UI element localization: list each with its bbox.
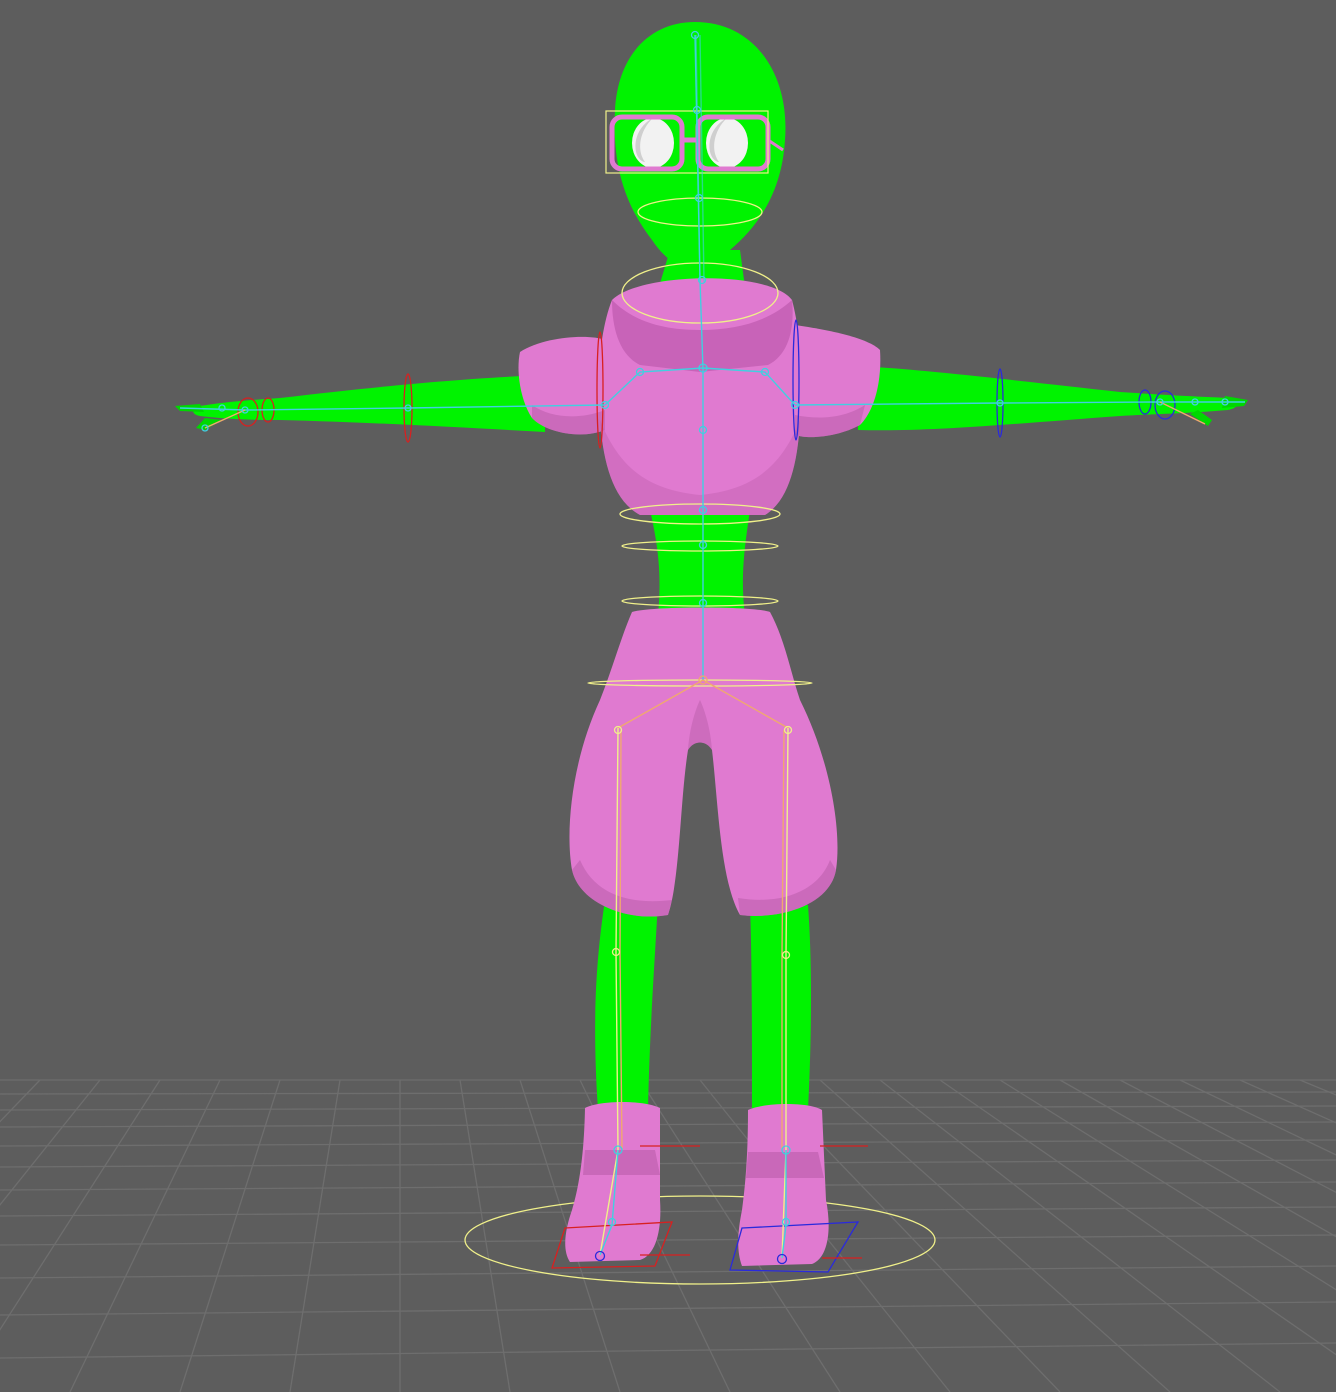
3d-viewport[interactable] <box>0 0 1336 1392</box>
shirt-mesh[interactable] <box>518 278 881 515</box>
waist-mesh[interactable] <box>650 510 750 615</box>
ground-grid <box>0 1079 1336 1392</box>
legs-mesh[interactable] <box>595 900 811 1110</box>
